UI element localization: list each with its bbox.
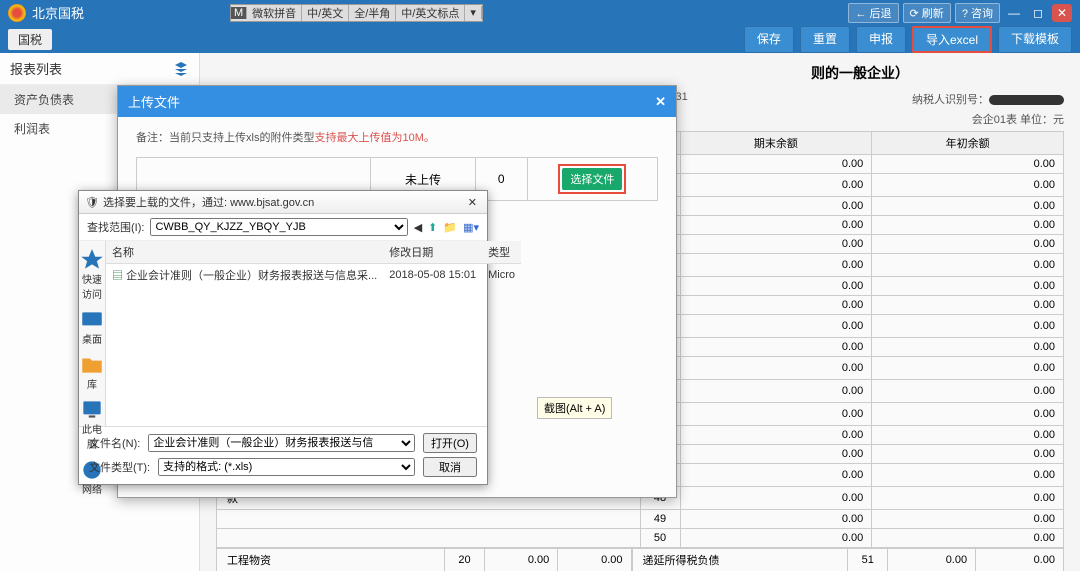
maximize-button[interactable]: ◻ xyxy=(1028,4,1048,22)
sidebar-title: 报表列表 xyxy=(10,59,62,78)
file-dialog: 🛡 选择要上载的文件，通过: www.bjsat.gov.cn ✕ 查找范围(I… xyxy=(78,190,488,485)
ime-lang[interactable]: 中/英文 xyxy=(302,5,349,21)
nav-quick-access[interactable]: 快速访问 xyxy=(79,247,105,301)
screenshot-tooltip: 截图(Alt + A) xyxy=(537,397,612,419)
taxpayer-id-value xyxy=(989,95,1064,105)
file-col-type[interactable]: 类型 xyxy=(482,241,521,264)
ime-dropdown-icon[interactable]: ▾ xyxy=(465,6,482,19)
select-file-button[interactable]: 选择文件 xyxy=(562,168,622,190)
nav-libraries[interactable]: 库 xyxy=(79,352,105,391)
close-window-button[interactable]: ✕ xyxy=(1052,4,1072,22)
import-excel-button[interactable]: 导入excel xyxy=(912,26,992,53)
xls-icon: ▤ xyxy=(112,270,123,282)
shield-icon: 🛡 xyxy=(85,196,99,209)
help-button[interactable]: ? 咨询 xyxy=(955,3,1000,23)
ime-mode-icon[interactable]: M xyxy=(231,7,247,19)
new-folder-icon[interactable]: 📁 xyxy=(443,221,457,234)
file-dialog-close-button[interactable]: ✕ xyxy=(464,196,481,209)
table-row[interactable]: 工程物资200.000.00 xyxy=(217,549,632,571)
tab-guoshui[interactable]: 国税 xyxy=(8,29,52,50)
save-button[interactable]: 保存 xyxy=(744,26,794,53)
file-col-date[interactable]: 修改日期 xyxy=(383,241,482,264)
nav-back-icon[interactable]: ◀ xyxy=(414,221,422,234)
bottom-left-table: 工程物资200.000.00固定资产清理210.000.00 xyxy=(216,548,632,571)
file-dialog-header[interactable]: 🛡 选择要上载的文件，通过: www.bjsat.gov.cn ✕ xyxy=(79,191,487,214)
ime-toolbar[interactable]: M 微软拼音 中/英文 全/半角 中/英文标点 ▾ xyxy=(230,4,483,22)
titlebar: 北京国税 M 微软拼音 中/英文 全/半角 中/英文标点 ▾ ← 后退 ⟳ 刷新… xyxy=(0,0,1080,25)
filename-label: 文件名(N): xyxy=(89,435,140,451)
lookin-label: 查找范围(I): xyxy=(87,219,144,235)
filetype-select[interactable]: 支持的格式: (*.xls) xyxy=(158,458,415,476)
ime-punct[interactable]: 中/英文标点 xyxy=(396,5,465,21)
lookin-select[interactable]: CWBB_QY_KJZZ_YBQY_YJB xyxy=(150,218,407,236)
modal-header: 上传文件 ✕ xyxy=(118,86,676,117)
upload-note: 备注：当前只支持上传xls的附件类型支持最大上传值为10M。 xyxy=(136,129,658,145)
download-template-button[interactable]: 下载模板 xyxy=(998,26,1072,53)
table-row[interactable]: 500.000.00 xyxy=(217,529,1064,548)
app-title: 北京国税 xyxy=(32,3,84,22)
form-title: 则的一般企业） xyxy=(656,63,1064,83)
minimize-button[interactable]: — xyxy=(1004,4,1024,22)
file-col-name[interactable]: 名称 xyxy=(106,241,383,264)
filename-input[interactable]: 企业会计准则（一般企业）财务报表报送与信 xyxy=(148,434,415,452)
refresh-button[interactable]: ⟳ 刷新 xyxy=(903,3,951,23)
col-end: 期末余额 xyxy=(680,132,872,155)
stack-icon xyxy=(173,61,189,77)
tab-row: 国税 保存 重置 申报 导入excel 下载模板 xyxy=(0,25,1080,53)
modal-close-button[interactable]: ✕ xyxy=(655,94,666,110)
bottom-right-table: 递延所得税负债510.000.00其他非流动负债520.000.00 xyxy=(632,548,1064,571)
filetype-label: 文件类型(T): xyxy=(89,459,150,475)
view-menu-icon[interactable]: ▦▾ xyxy=(463,221,479,234)
file-dialog-title: 选择要上载的文件，通过: www.bjsat.gov.cn xyxy=(103,194,314,210)
table-row[interactable]: 490.000.00 xyxy=(217,510,1064,529)
nav-up-icon[interactable]: ⬆ xyxy=(428,221,437,234)
col-begin: 年初余额 xyxy=(872,132,1064,155)
nav-desktop[interactable]: 桌面 xyxy=(79,307,105,346)
ime-pinyin[interactable]: 微软拼音 xyxy=(247,5,302,21)
app-logo-icon xyxy=(8,4,26,22)
file-list[interactable]: 名称 修改日期 类型 ▤ 企业会计准则（一般企业）财务报表报送与信息采... 2… xyxy=(106,241,521,426)
sidebar-header: 报表列表 xyxy=(0,53,199,85)
declare-button[interactable]: 申报 xyxy=(856,26,906,53)
file-row[interactable]: ▤ 企业会计准则（一般企业）财务报表报送与信息采... 2018-05-08 1… xyxy=(106,264,521,287)
back-button[interactable]: ← 后退 xyxy=(848,3,898,23)
modal-title: 上传文件 xyxy=(128,92,180,111)
file-nav: 快速访问 桌面 库 此电脑 网络 xyxy=(79,241,106,426)
table-row[interactable]: 递延所得税负债510.000.00 xyxy=(632,549,1063,571)
open-button[interactable]: 打开(O) xyxy=(423,433,477,453)
ime-width[interactable]: 全/半角 xyxy=(349,5,396,21)
reset-button[interactable]: 重置 xyxy=(800,26,850,53)
taxpayer-id-label: 纳税人识别号： xyxy=(912,91,1064,107)
cancel-button[interactable]: 取消 xyxy=(423,457,477,477)
